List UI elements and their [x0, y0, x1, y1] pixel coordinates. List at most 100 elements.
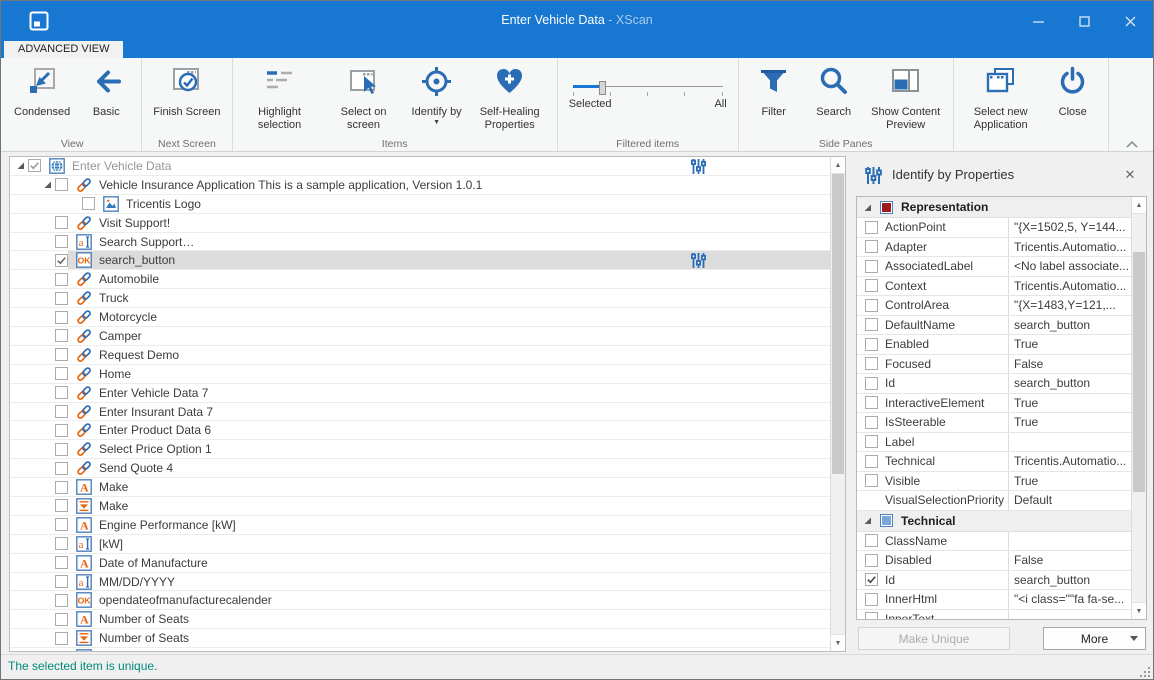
expander-icon[interactable]: [14, 159, 27, 172]
property-row-technical[interactable]: TechnicalTricentis.Automatio...: [857, 452, 1131, 472]
tree-item-body[interactable]: Request Demo: [68, 346, 830, 364]
item-checkbox[interactable]: [55, 481, 68, 494]
filter-button[interactable]: Filter: [744, 61, 804, 119]
tree-item-select-price-option-1[interactable]: Select Price Option 1: [10, 440, 830, 459]
item-checkbox[interactable]: [55, 405, 68, 418]
property-scrollbar-thumb[interactable]: [1133, 252, 1145, 492]
tree-item-body[interactable]: ANumber of Seats: [68, 610, 830, 628]
item-checkbox[interactable]: [55, 575, 68, 588]
tree-item-body[interactable]: Make: [68, 497, 830, 515]
tab-advanced-view[interactable]: ADVANCED VIEW: [4, 41, 123, 58]
item-checkbox[interactable]: [55, 632, 68, 645]
tree-item-enter-product-data-6[interactable]: Enter Product Data 6: [10, 421, 830, 440]
scroll-up-icon[interactable]: ▲: [1132, 197, 1146, 214]
tree-item-truck[interactable]: Truck: [10, 289, 830, 308]
property-checkbox[interactable]: [865, 279, 878, 292]
property-checkbox[interactable]: [865, 318, 878, 331]
property-row-id[interactable]: Idsearch_button: [857, 374, 1131, 394]
tree-item-engine-performance-kw[interactable]: AEngine Performance [kW]: [10, 516, 830, 535]
property-row-actionpoint[interactable]: ActionPoint"{X=1502,5, Y=144...: [857, 218, 1131, 238]
basic-button[interactable]: Basic: [76, 61, 136, 119]
property-checkbox[interactable]: [865, 573, 878, 586]
tree-item-body[interactable]: Automobile: [68, 270, 830, 288]
select-new-application-button[interactable]: Select new Application: [959, 61, 1043, 132]
item-checkbox[interactable]: [55, 254, 68, 267]
tree-item[interactable]: A: [10, 648, 830, 651]
property-row-visible[interactable]: VisibleTrue: [857, 472, 1131, 492]
tree-item-enter-vehicle-data-7[interactable]: Enter Vehicle Data 7: [10, 384, 830, 403]
tree-item-body[interactable]: OKsearch_button: [68, 251, 830, 269]
tree-item-opendateofmanufacturecalender[interactable]: OKopendateofmanufacturecalender: [10, 591, 830, 610]
select-on-screen-button[interactable]: Select on screen: [322, 61, 406, 132]
tree-item-make[interactable]: Make: [10, 497, 830, 516]
tree-item-body[interactable]: aMM/DD/YYYY: [68, 573, 830, 591]
property-row-associatedlabel[interactable]: AssociatedLabel<No label associate...: [857, 257, 1131, 277]
item-checkbox[interactable]: [55, 235, 68, 248]
tree-item-body[interactable]: Camper: [68, 327, 830, 345]
tree-item-body[interactable]: Number of Seats: [68, 629, 830, 647]
expander-icon[interactable]: [41, 178, 54, 191]
collapse-ribbon-icon[interactable]: [1125, 137, 1139, 147]
tree-item-body[interactable]: Vehicle Insurance Application This is a …: [68, 176, 830, 194]
tree-item-body[interactable]: ADate of Manufacture: [68, 554, 830, 572]
property-row-interactiveelement[interactable]: InteractiveElementTrue: [857, 394, 1131, 414]
property-row-defaultname[interactable]: DefaultNamesearch_button: [857, 316, 1131, 336]
item-checkbox[interactable]: [28, 159, 41, 172]
slider-track[interactable]: [573, 85, 723, 89]
property-row-focused[interactable]: FocusedFalse: [857, 355, 1131, 375]
expander-icon[interactable]: [861, 201, 874, 214]
tree-item-enter-vehicle-data[interactable]: Enter Vehicle Data: [10, 157, 830, 176]
identify-by-sliders-icon[interactable]: [690, 158, 707, 175]
property-checkbox[interactable]: [865, 554, 878, 567]
item-checkbox[interactable]: [55, 499, 68, 512]
tree-item-body[interactable]: AMake: [68, 478, 830, 496]
section-technical[interactable]: Technical: [857, 511, 1131, 532]
tree-item-body[interactable]: Truck: [68, 289, 830, 307]
close-button[interactable]: Close: [1043, 61, 1103, 119]
tree-item-number-of-seats[interactable]: Number of Seats: [10, 629, 830, 648]
tree-item-body[interactable]: Tricentis Logo: [95, 195, 830, 213]
property-checkbox[interactable]: [865, 455, 878, 468]
tree-item-enter-insurant-data-7[interactable]: Enter Insurant Data 7: [10, 403, 830, 422]
item-checkbox[interactable]: [55, 556, 68, 569]
scroll-up-icon[interactable]: ▲: [831, 157, 845, 174]
tree-item-body[interactable]: Enter Insurant Data 7: [68, 403, 830, 421]
tree-item-make[interactable]: AMake: [10, 478, 830, 497]
tree-item-body[interactable]: Visit Support!: [68, 214, 830, 232]
condensed-button[interactable]: Condensed: [8, 61, 76, 119]
property-checkbox[interactable]: [865, 416, 878, 429]
tree-item-visit-support[interactable]: Visit Support!: [10, 214, 830, 233]
identify-by-sliders-icon[interactable]: [690, 252, 707, 269]
item-checkbox[interactable]: [55, 273, 68, 286]
property-row-visualselectionpriority[interactable]: VisualSelectionPriorityDefault: [857, 491, 1131, 511]
highlight-selection-button[interactable]: Highlight selection: [238, 61, 322, 132]
property-checkbox[interactable]: [865, 260, 878, 273]
item-checkbox[interactable]: [55, 311, 68, 324]
item-checkbox[interactable]: [55, 178, 68, 191]
property-row-innerhtml[interactable]: InnerHtml"<i class=""fa fa-se...: [857, 590, 1131, 610]
tree-item-home[interactable]: Home: [10, 365, 830, 384]
more-button[interactable]: More: [1043, 627, 1146, 650]
item-checkbox[interactable]: [55, 518, 68, 531]
slider-thumb[interactable]: [599, 81, 606, 95]
tree-item-automobile[interactable]: Automobile: [10, 270, 830, 289]
property-checkbox[interactable]: [865, 396, 878, 409]
item-checkbox[interactable]: [55, 594, 68, 607]
property-row-enabled[interactable]: EnabledTrue: [857, 335, 1131, 355]
property-checkbox[interactable]: [865, 534, 878, 547]
tree-item-tricentis-logo[interactable]: Tricentis Logo: [10, 195, 830, 214]
property-checkbox[interactable]: [865, 338, 878, 351]
scroll-down-icon[interactable]: ▼: [1132, 602, 1146, 619]
item-checkbox[interactable]: [55, 424, 68, 437]
expander-icon[interactable]: [861, 514, 874, 527]
property-checkbox[interactable]: [865, 612, 878, 619]
item-checkbox[interactable]: [55, 348, 68, 361]
tree-item-body[interactable]: Select Price Option 1: [68, 440, 830, 458]
tree-item-send-quote-4[interactable]: Send Quote 4: [10, 459, 830, 478]
tree-item-body[interactable]: OKopendateofmanufacturecalender: [68, 591, 830, 609]
property-row-issteerable[interactable]: IsSteerableTrue: [857, 413, 1131, 433]
search-button[interactable]: Search: [804, 61, 864, 119]
property-grid-scrollbar[interactable]: ▲ ▼: [1131, 197, 1146, 619]
tree-scrollbar[interactable]: ▲ ▼: [830, 157, 845, 651]
tree-item-date-of-manufacture[interactable]: ADate of Manufacture: [10, 554, 830, 573]
